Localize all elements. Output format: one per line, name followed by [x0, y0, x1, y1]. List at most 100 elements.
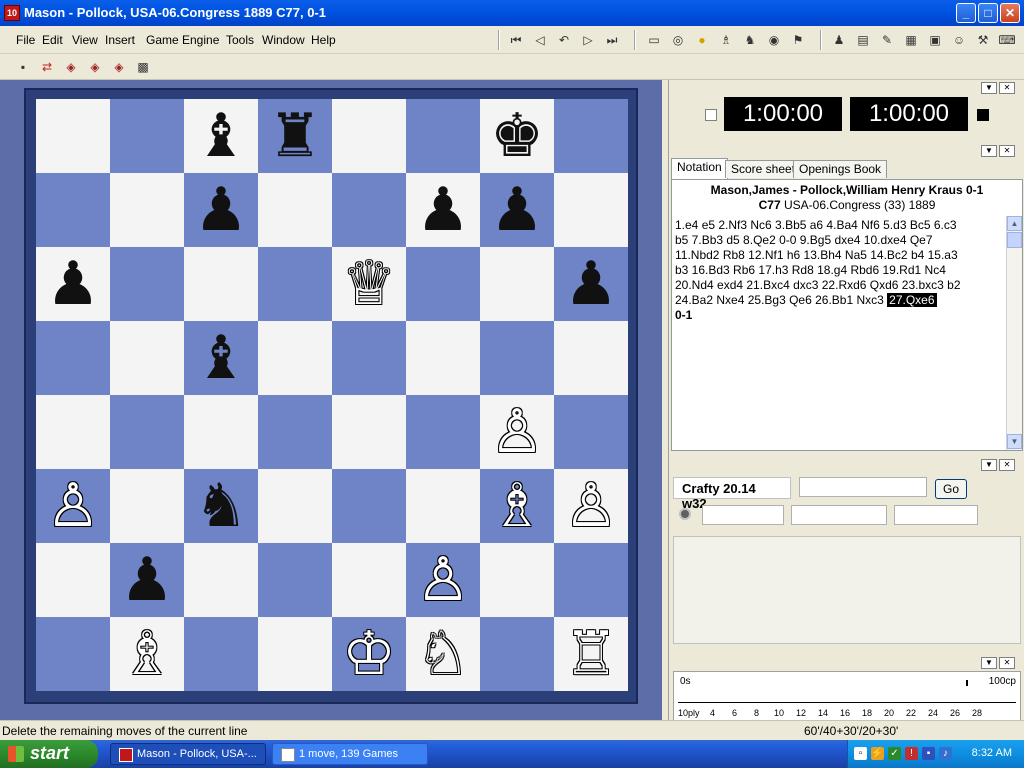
world-icon[interactable]: ◉ [765, 31, 783, 49]
tools-icon[interactable]: ⚒ [974, 31, 992, 49]
pane-menu-icon[interactable]: ▼ [981, 657, 997, 669]
white-piece[interactable]: ♙ [46, 476, 100, 536]
pin-icon[interactable]: ♟ [830, 31, 848, 49]
tab-notation[interactable]: Notation [671, 158, 728, 179]
square-c3[interactable]: ♞ [184, 469, 258, 543]
go-button[interactable]: Go [935, 479, 967, 499]
engine-name[interactable]: Crafty 20.14 w32 [673, 477, 791, 511]
square-b8[interactable] [110, 99, 184, 173]
square-g6[interactable] [480, 247, 554, 321]
black-piece[interactable]: ♟ [416, 180, 470, 240]
square-g1[interactable] [480, 617, 554, 691]
menu-tools[interactable]: Tools [226, 33, 254, 47]
white-piece[interactable]: ♙ [416, 550, 470, 610]
board-icon[interactable]: ▩ [134, 58, 152, 76]
square-d8[interactable]: ♜ [258, 99, 332, 173]
square-h2[interactable] [554, 543, 628, 617]
square-h1[interactable]: ♖ [554, 617, 628, 691]
square-h6[interactable]: ♟ [554, 247, 628, 321]
square-a4[interactable] [36, 395, 110, 469]
square-f7[interactable]: ♟ [406, 173, 480, 247]
keyboard-icon[interactable]: ⌨ [998, 31, 1016, 49]
square-b7[interactable] [110, 173, 184, 247]
square-c8[interactable]: ♝ [184, 99, 258, 173]
start-button[interactable]: start [0, 740, 98, 768]
menu-help[interactable]: Help [311, 33, 336, 47]
previous-move-icon[interactable]: ◁ [531, 31, 549, 49]
square-b3[interactable] [110, 469, 184, 543]
square-h5[interactable] [554, 321, 628, 395]
move-list[interactable]: 1.e4 e5 2.Nf3 Nc6 3.Bb5 a6 4.Ba4 Nf6 5.d… [675, 218, 1005, 323]
eval-timeline[interactable]: 0s 100cp 10ply 4 6 8 10 12 14 16 18 20 2… [673, 671, 1021, 721]
book-icon[interactable]: ▤ [854, 31, 872, 49]
square-b2[interactable]: ♟ [110, 543, 184, 617]
menu-file[interactable]: File [16, 33, 35, 47]
square-c6[interactable] [184, 247, 258, 321]
pen-icon[interactable]: ✎ [878, 31, 896, 49]
square-b1[interactable]: ♗ [110, 617, 184, 691]
square-c1[interactable] [184, 617, 258, 691]
swap-icon[interactable]: ⇄ [38, 58, 56, 76]
chess-board[interactable]: ♝ ♜ ♚ ♟ ♟ ♟ ♟ ♕ ♟ ♝ ♙ ♙ ♞ ♗ ♙ ♟ ♙ ♗ ♔ ♘ ♖ [36, 99, 628, 691]
square-b6[interactable] [110, 247, 184, 321]
square-g8[interactable]: ♚ [480, 99, 554, 173]
cube3-icon[interactable]: ◈ [110, 58, 128, 76]
white-piece[interactable]: ♗ [120, 624, 174, 684]
engine-icon[interactable]: ♞ [741, 31, 759, 49]
white-piece[interactable]: ♔ [342, 624, 396, 684]
square-b5[interactable] [110, 321, 184, 395]
square-a3[interactable]: ♙ [36, 469, 110, 543]
square-d7[interactable] [258, 173, 332, 247]
square-f1[interactable]: ♘ [406, 617, 480, 691]
square-d6[interactable] [258, 247, 332, 321]
square-a1[interactable] [36, 617, 110, 691]
white-piece[interactable]: ♕ [342, 254, 396, 314]
menu-edit[interactable]: Edit [42, 33, 63, 47]
square-f6[interactable] [406, 247, 480, 321]
move-line[interactable]: b5 7.Bb3 d5 8.Qe2 0-0 9.Bg5 dxe4 10.dxe4… [675, 233, 1005, 248]
square-e4[interactable] [332, 395, 406, 469]
player-icon[interactable]: ♗ [717, 31, 735, 49]
black-piece[interactable]: ♞ [194, 476, 248, 536]
calculator-icon[interactable]: ▣ [926, 31, 944, 49]
white-piece[interactable]: ♘ [416, 624, 470, 684]
white-piece[interactable]: ♙ [490, 402, 544, 462]
menu-view[interactable]: View [72, 33, 98, 47]
square-d1[interactable] [258, 617, 332, 691]
pane-close-icon[interactable]: ✕ [999, 145, 1015, 157]
menu-window[interactable]: Window [262, 33, 305, 47]
black-piece[interactable]: ♝ [194, 106, 248, 166]
pane-close-icon[interactable]: ✕ [999, 459, 1015, 471]
menu-engine[interactable]: Engine [182, 33, 219, 47]
volume-icon[interactable]: ♪ [939, 747, 952, 760]
square-d4[interactable] [258, 395, 332, 469]
white-to-move-checkbox[interactable] [705, 109, 717, 121]
square-a6[interactable]: ♟ [36, 247, 110, 321]
pane-close-icon[interactable]: ✕ [999, 657, 1015, 669]
app-icon[interactable]: 10 [4, 5, 20, 21]
square-f2[interactable]: ♙ [406, 543, 480, 617]
black-piece[interactable]: ♟ [46, 254, 100, 314]
move-line[interactable]: 24.Ba2 Nxe4 25.Bg3 Qe6 26.Bb1 Nxc3 27.Qx… [675, 293, 1005, 308]
black-piece[interactable]: ♜ [268, 106, 322, 166]
black-piece[interactable]: ♚ [490, 106, 544, 166]
minimize-button[interactable]: _ [956, 3, 976, 23]
scroll-up-icon[interactable]: ▲ [1007, 216, 1022, 231]
square-h8[interactable] [554, 99, 628, 173]
taskbar-item-games[interactable]: 1 move, 139 Games [272, 743, 428, 765]
pane-menu-icon[interactable]: ▼ [981, 459, 997, 471]
taskbar-item-fritz[interactable]: Mason - Pollock, USA-... [110, 743, 266, 765]
black-piece[interactable]: ♟ [490, 180, 544, 240]
square-g4[interactable]: ♙ [480, 395, 554, 469]
square-e7[interactable] [332, 173, 406, 247]
square-e2[interactable] [332, 543, 406, 617]
square-h7[interactable] [554, 173, 628, 247]
pane-menu-icon[interactable]: ▼ [981, 82, 997, 94]
open-icon[interactable]: ▭ [645, 31, 663, 49]
tab-score-sheet[interactable]: Score sheet [725, 160, 802, 178]
scroll-thumb[interactable] [1007, 232, 1022, 248]
square-b4[interactable] [110, 395, 184, 469]
person-icon[interactable]: ☺ [950, 31, 968, 49]
square-a7[interactable] [36, 173, 110, 247]
square-f8[interactable] [406, 99, 480, 173]
